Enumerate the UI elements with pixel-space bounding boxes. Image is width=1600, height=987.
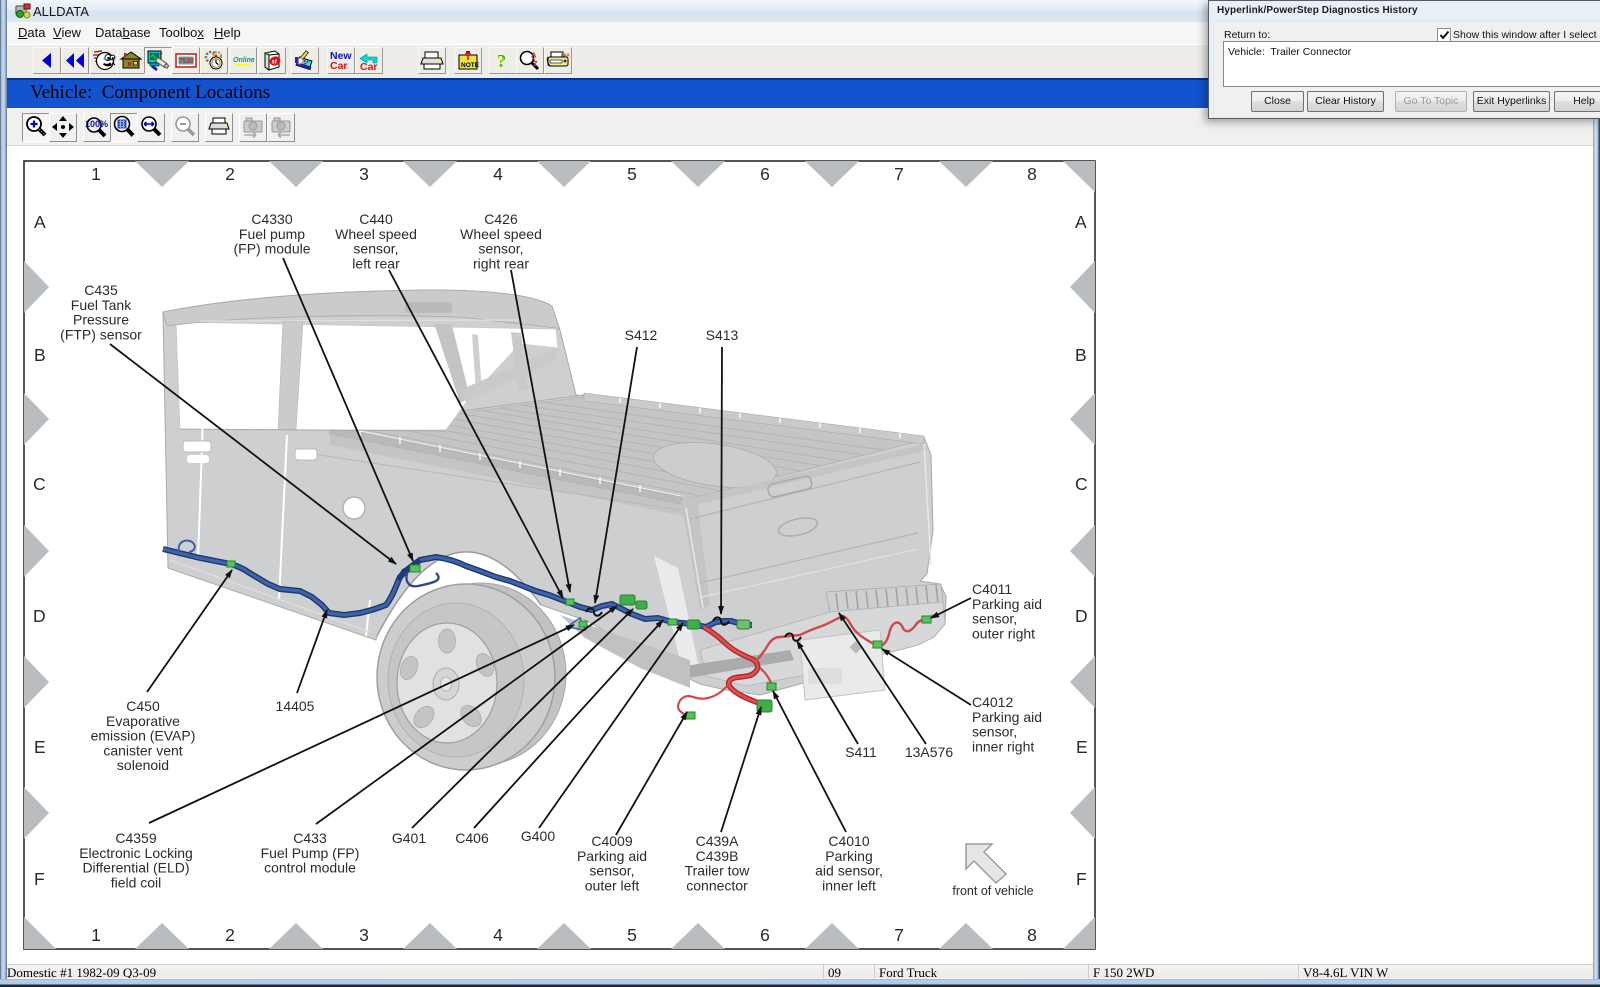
svg-text:C4009Parking aidsensor,outer l: C4009Parking aidsensor,outer left: [577, 833, 647, 893]
svg-text:C4359Electronic LockingDiffere: C4359Electronic LockingDifferential (ELD…: [79, 830, 193, 890]
svg-text:?: ?: [496, 52, 505, 72]
svg-text:A: A: [34, 212, 46, 232]
svg-text:6: 6: [760, 925, 770, 945]
svg-text:2: 2: [225, 164, 235, 184]
svg-text:7: 7: [894, 925, 904, 945]
svg-text:D: D: [1075, 606, 1088, 626]
svg-text:G401: G401: [392, 830, 426, 846]
svg-text:3: 3: [359, 925, 369, 945]
svg-text:1: 1: [91, 164, 101, 184]
svg-text:6: 6: [760, 164, 770, 184]
svg-text:C: C: [33, 474, 46, 494]
svg-text:C4330Fuel pump(FP) module: C4330Fuel pump(FP) module: [233, 211, 310, 257]
svg-text:C435Fuel TankPressure(FTP) sen: C435Fuel TankPressure(FTP) sensor: [60, 282, 142, 342]
svg-text:C433Fuel Pump (FP)control modu: C433Fuel Pump (FP)control module: [261, 830, 360, 876]
svg-text:8: 8: [1027, 925, 1037, 945]
svg-text:7: 7: [894, 164, 904, 184]
svg-text:C4012Parking aidsensor,inner r: C4012Parking aidsensor,inner right: [972, 694, 1042, 754]
svg-text:C450Evaporativeemission (EVAP): C450Evaporativeemission (EVAP)canister v…: [91, 698, 196, 773]
svg-text:S413: S413: [706, 327, 739, 343]
svg-text:4: 4: [493, 164, 503, 184]
svg-text:8: 8: [1027, 164, 1037, 184]
svg-text:B: B: [34, 345, 46, 365]
svg-text:C4011Parking aidsensor,outer r: C4011Parking aidsensor,outer right: [972, 581, 1042, 641]
svg-text:C406: C406: [455, 830, 489, 846]
svg-text:1: 1: [91, 925, 101, 945]
svg-text:C426Wheel speedsensor,right re: C426Wheel speedsensor,right rear: [460, 211, 542, 271]
svg-text:D: D: [33, 606, 46, 626]
svg-text:5: 5: [627, 164, 637, 184]
svg-text:front of vehicle: front of vehicle: [952, 884, 1033, 898]
svg-text:E: E: [34, 737, 46, 757]
svg-text:F: F: [1076, 869, 1087, 889]
svg-text:13A576: 13A576: [905, 744, 953, 760]
svg-text:Car: Car: [360, 61, 378, 72]
svg-text:7520: 7520: [179, 56, 194, 65]
svg-text:NOTE: NOTE: [461, 62, 480, 69]
svg-text:S412: S412: [625, 327, 658, 343]
svg-text:S411: S411: [845, 744, 877, 760]
svg-text:Online: Online: [233, 57, 255, 64]
svg-text:B: B: [1075, 345, 1087, 365]
svg-text:5: 5: [627, 925, 637, 945]
svg-text:2: 2: [225, 925, 235, 945]
svg-text:FAX: FAX: [561, 53, 570, 58]
svg-text:4: 4: [493, 925, 503, 945]
svg-text:Car: Car: [330, 60, 348, 72]
svg-text:C4010Parkingaid sensor,inner l: C4010Parkingaid sensor,inner left: [815, 833, 883, 893]
svg-text:3: 3: [359, 164, 369, 184]
svg-text:14405: 14405: [276, 698, 315, 714]
svg-text:F: F: [34, 869, 45, 889]
svg-text:A: A: [1075, 212, 1087, 232]
svg-text:E: E: [1076, 737, 1088, 757]
svg-text:C: C: [1075, 474, 1088, 494]
svg-text:C440Wheel speedsensor,left rea: C440Wheel speedsensor,left rear: [335, 211, 417, 271]
svg-text:Z: Z: [533, 59, 538, 68]
svg-text:G400: G400: [521, 828, 555, 844]
svg-text:C439AC439BTrailer towconnector: C439AC439BTrailer towconnector: [685, 833, 751, 893]
